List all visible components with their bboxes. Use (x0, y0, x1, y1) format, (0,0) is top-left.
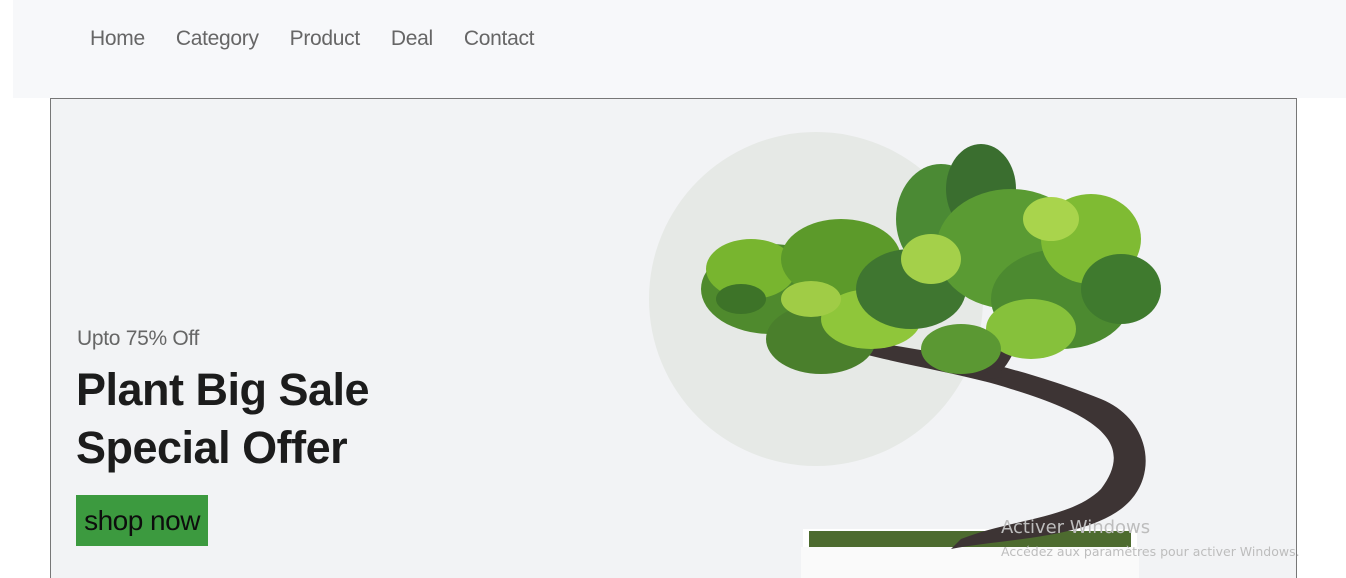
hero-title-line2: Special Offer (76, 422, 348, 473)
watermark-subtitle: Accédez aux paramètres pour activer Wind… (1001, 544, 1300, 559)
hero-subtitle: Upto 75% Off (77, 327, 200, 350)
hero-title: Plant Big Sale Special Offer (76, 361, 370, 477)
bonsai-tree-image (649, 132, 1161, 578)
nav-link-product[interactable]: Product (290, 27, 361, 51)
nav-link-deal[interactable]: Deal (391, 27, 433, 51)
navbar: Home Category Product Deal Contact (13, 0, 1346, 98)
nav-link-category[interactable]: Category (176, 27, 259, 51)
hero-banner: Upto 75% Off Plant Big Sale Special Offe… (50, 98, 1297, 578)
nav-links: Home Category Product Deal Contact (90, 27, 565, 51)
hero-title-line1: Plant Big Sale (76, 364, 370, 415)
nav-link-contact[interactable]: Contact (464, 27, 535, 51)
windows-activation-watermark: Activer Windows Accédez aux paramètres p… (1001, 517, 1300, 559)
watermark-title: Activer Windows (1001, 517, 1151, 538)
nav-link-home[interactable]: Home (90, 27, 145, 51)
shop-now-button[interactable]: shop now (76, 495, 208, 546)
